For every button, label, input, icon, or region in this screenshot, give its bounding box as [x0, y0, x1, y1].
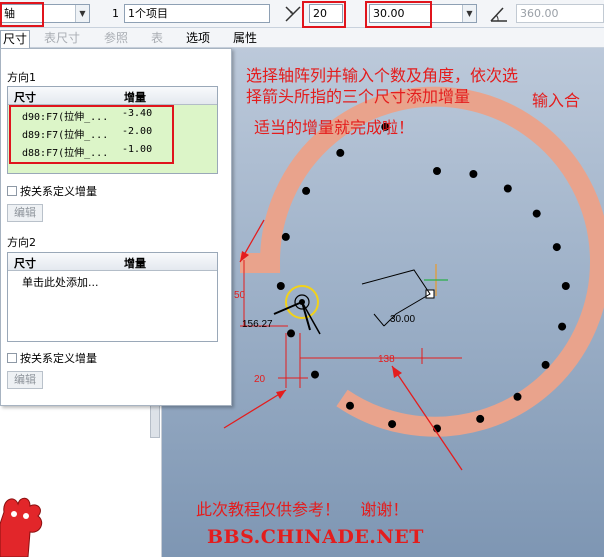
direction2-edit-button[interactable]: 编辑 — [7, 371, 43, 389]
table-row[interactable]: d90:F7(拉伸_... -3.40 — [8, 105, 217, 123]
table-row[interactable]: d88:F7(拉伸_... -1.00 — [8, 141, 217, 159]
dim-label-20[interactable]: 20 — [254, 374, 266, 385]
tab-table-dimensions[interactable]: 表尺寸 — [44, 30, 80, 48]
tab-properties[interactable]: 属性 — [233, 30, 257, 48]
direction1-title: 方向1 — [7, 71, 36, 84]
direction2-relation-checkbox[interactable]: 按关系定义增量 — [7, 350, 97, 366]
checkbox-icon[interactable] — [7, 186, 17, 196]
dim-label-30[interactable]: 30.00 — [390, 314, 415, 325]
pattern-type-select[interactable]: 轴 ▼ — [0, 4, 90, 23]
member-count-input[interactable]: 20 — [309, 4, 343, 23]
member-count-icon — [282, 3, 304, 25]
tab-references[interactable]: 参照 — [104, 30, 128, 48]
direction1-items-collector[interactable]: 1个项目 — [124, 4, 270, 23]
dim-label-50[interactable]: 50 — [234, 290, 246, 301]
annotation-footer: 此次教程仅供参考！ 谢谢！ — [196, 500, 409, 519]
add-item-placeholder: 单击此处添加... — [22, 276, 99, 289]
tab-dimensions[interactable]: 尺寸 — [0, 30, 31, 48]
direction1-edit-button[interactable]: 编辑 — [7, 204, 43, 222]
annotation-line-2: 择箭头所指的三个尺寸添加增量 — [246, 87, 471, 106]
annotation-line-3: 适当的增量就完成啦！ — [254, 118, 415, 137]
member-count-value: 20 — [313, 7, 327, 20]
tab-options[interactable]: 选项 — [186, 30, 210, 48]
row-dimension: d89:F7(拉伸_... — [22, 130, 109, 141]
total-angle-icon — [488, 3, 510, 25]
column-header-increment: 增量 — [124, 257, 146, 270]
total-angle-input[interactable]: 360.00 — [516, 4, 604, 23]
checkbox-icon[interactable] — [7, 353, 17, 363]
dashboard-toolbar: 轴 ▼ 1 1个项目 20 30.00 ▼ 360.00 — [0, 0, 604, 28]
row-increment[interactable]: -3.40 — [122, 108, 152, 119]
watermark-url: BBS.CHINADE.NET — [207, 526, 424, 548]
row-dimension: d90:F7(拉伸_... — [22, 112, 109, 123]
direction1-table-header: 尺寸 增量 — [8, 87, 217, 105]
dim-label-156[interactable]: 156.27 — [242, 319, 273, 330]
column-header-dimension: 尺寸 — [14, 91, 36, 104]
direction1-number: 1 — [112, 7, 119, 20]
direction2-title: 方向2 — [7, 236, 36, 249]
pattern-type-value: 轴 — [4, 7, 15, 20]
annotation-line-2b: 输入合 — [532, 91, 581, 110]
dim-label-138[interactable]: 138 — [378, 354, 395, 365]
chevron-down-icon[interactable]: ▼ — [462, 5, 476, 22]
direction2-table[interactable]: 尺寸 增量 单击此处添加... — [7, 252, 218, 342]
row-dimension: d88:F7(拉伸_... — [22, 148, 109, 159]
direction1-relation-checkbox[interactable]: 按关系定义增量 — [7, 183, 97, 199]
checkbox-label: 按关系定义增量 — [20, 185, 97, 198]
column-header-increment: 增量 — [124, 91, 146, 104]
row-increment[interactable]: -1.00 — [122, 144, 152, 155]
model-tree-scrollbar[interactable] — [150, 404, 160, 438]
table-row[interactable]: d89:F7(拉伸_... -2.00 — [8, 123, 217, 141]
angle-increment-input[interactable]: 30.00 ▼ — [369, 4, 477, 23]
add-item-row[interactable]: 单击此处添加... — [8, 271, 217, 289]
dimensions-panel: 方向1 尺寸 增量 d90:F7(拉伸_... -3.40 d89:F7(拉伸_… — [0, 48, 232, 406]
chevron-down-icon[interactable]: ▼ — [75, 5, 89, 22]
dashboard-tabs: 尺寸 表尺寸 参照 表 选项 属性 — [0, 28, 604, 48]
annotation-line-1: 选择轴阵列并输入个数及角度，依次选 — [246, 66, 519, 85]
mascot-icon — [0, 497, 43, 557]
tab-table[interactable]: 表 — [151, 30, 163, 48]
direction2-table-header: 尺寸 增量 — [8, 253, 217, 271]
table-filler — [8, 159, 217, 173]
column-header-dimension: 尺寸 — [14, 257, 36, 270]
checkbox-label: 按关系定义增量 — [20, 352, 97, 365]
angle-increment-value: 30.00 — [373, 7, 405, 20]
direction1-table[interactable]: 尺寸 增量 d90:F7(拉伸_... -3.40 d89:F7(拉伸_... … — [7, 86, 218, 174]
total-angle-value: 360.00 — [520, 7, 559, 20]
row-increment[interactable]: -2.00 — [122, 126, 152, 137]
items-collector-value: 1个项目 — [128, 7, 168, 20]
